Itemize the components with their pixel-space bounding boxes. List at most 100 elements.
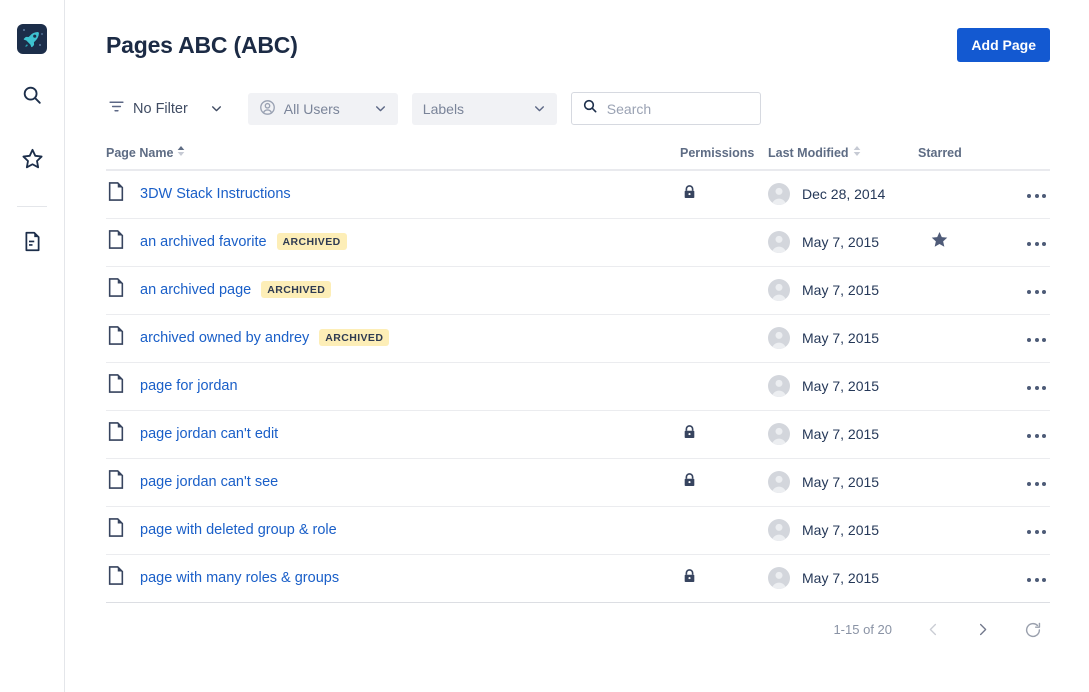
star-icon[interactable] — [930, 232, 949, 253]
cell-permissions — [680, 458, 768, 507]
page-name-link[interactable]: page for jordan — [140, 378, 238, 394]
cell-page-name: page with deleted group & role — [106, 506, 680, 555]
pages-table: Page Name Permissions Last Modified Star… — [106, 145, 1050, 603]
cell-actions — [996, 170, 1050, 219]
labels-dropdown-label: Labels — [422, 100, 465, 117]
last-modified-date: May 7, 2015 — [802, 282, 880, 298]
sidebar-item-starred[interactable] — [11, 140, 53, 182]
row-actions-menu[interactable] — [1025, 572, 1048, 588]
cell-starred — [918, 170, 996, 219]
cell-last-modified: May 7, 2015 — [768, 506, 918, 555]
pagination: 1-15 of 20 — [106, 621, 1050, 639]
lock-icon — [682, 472, 697, 493]
rocket-logo[interactable] — [17, 24, 47, 54]
row-actions-menu[interactable] — [1025, 188, 1048, 204]
labels-dropdown[interactable]: Labels — [411, 92, 557, 125]
avatar — [768, 471, 790, 493]
cell-permissions — [680, 506, 768, 555]
filter-dropdown-label: No Filter — [133, 100, 188, 117]
row-actions-menu[interactable] — [1025, 380, 1048, 396]
sidebar-item-pages[interactable] — [11, 223, 53, 265]
cell-starred — [918, 314, 996, 363]
row-actions-menu[interactable] — [1025, 428, 1048, 444]
users-dropdown[interactable]: All Users — [247, 92, 398, 125]
page-name-link[interactable]: page with deleted group & role — [140, 522, 337, 538]
cell-permissions — [680, 218, 768, 267]
left-sidebar — [0, 0, 65, 692]
chevron-down-icon — [533, 102, 546, 115]
page-file-icon — [108, 566, 124, 590]
cell-page-name: page jordan can't see — [106, 458, 680, 507]
cell-starred — [918, 218, 996, 267]
page-file-icon — [108, 422, 124, 446]
logo-spark — [39, 44, 41, 46]
page-name-link[interactable]: page jordan can't see — [140, 474, 278, 490]
cell-actions — [996, 410, 1050, 459]
cell-permissions — [680, 362, 768, 411]
table-row: page with deleted group & role May 7, 201… — [106, 506, 1050, 555]
cell-permissions — [680, 314, 768, 363]
filter-dropdown[interactable]: No Filter — [106, 93, 234, 125]
cell-actions — [996, 458, 1050, 507]
cell-starred — [918, 362, 996, 411]
page-name-link[interactable]: page with many roles & groups — [140, 570, 339, 586]
column-header-actions — [996, 145, 1050, 171]
next-page-button[interactable] — [975, 621, 990, 638]
row-actions-menu[interactable] — [1025, 236, 1048, 252]
search-box[interactable] — [570, 92, 788, 125]
cell-last-modified: May 7, 2015 — [768, 458, 918, 507]
chevron-down-icon — [374, 102, 387, 115]
page-file-icon — [108, 278, 124, 302]
cell-page-name: an archived page ARCHIVED — [106, 266, 680, 315]
cell-last-modified: May 7, 2015 — [768, 410, 918, 459]
last-modified-date: May 7, 2015 — [802, 330, 880, 346]
sort-icon — [853, 145, 861, 160]
cell-page-name: page jordan can't edit — [106, 410, 680, 459]
page-header: Pages ABC (ABC) Add Page — [106, 0, 1050, 62]
sidebar-item-search[interactable] — [11, 76, 53, 118]
cell-starred — [918, 458, 996, 507]
table-row: archived owned by andrey ARCHIVED May 7, 2… — [106, 314, 1050, 363]
archived-badge: ARCHIVED — [276, 233, 347, 250]
row-actions-menu[interactable] — [1025, 476, 1048, 492]
page-file-icon — [108, 518, 124, 542]
search-input[interactable] — [606, 100, 788, 117]
filter-bar: No Filter All Users Labels — [106, 92, 1050, 125]
page-name-link[interactable]: 3DW Stack Instructions — [140, 186, 291, 202]
column-header-last-modified[interactable]: Last Modified — [768, 145, 918, 171]
previous-page-button[interactable] — [926, 621, 941, 638]
cell-page-name: 3DW Stack Instructions — [106, 170, 680, 219]
cell-starred — [918, 506, 996, 555]
cell-actions — [996, 266, 1050, 315]
page-name-link[interactable]: an archived favorite — [140, 234, 267, 250]
sidebar-divider — [17, 206, 47, 207]
page-name-link[interactable]: an archived page — [140, 282, 251, 298]
column-header-page-name[interactable]: Page Name — [106, 145, 680, 171]
column-label-page-name: Page Name — [106, 146, 174, 160]
archived-badge: ARCHIVED — [261, 281, 332, 298]
column-label-last-modified: Last Modified — [768, 146, 849, 160]
row-actions-menu[interactable] — [1025, 332, 1048, 348]
add-page-button[interactable]: Add Page — [957, 28, 1050, 62]
avatar — [768, 567, 790, 589]
search-icon — [582, 98, 598, 119]
search-icon — [21, 84, 43, 111]
last-modified-date: Dec 28, 2014 — [802, 186, 886, 203]
row-actions-menu[interactable] — [1025, 284, 1048, 300]
lock-icon — [682, 568, 697, 589]
page-name-link[interactable]: archived owned by andrey — [140, 330, 309, 346]
chevron-down-icon — [210, 102, 223, 115]
avatar — [768, 183, 790, 206]
table-body: 3DW Stack Instructions Dec 28, 2014 an arc… — [106, 170, 1050, 603]
cell-page-name: archived owned by andrey ARCHIVED — [106, 314, 680, 363]
cell-last-modified: May 7, 2015 — [768, 554, 918, 603]
table-row: page jordan can't see May 7, 2015 — [106, 458, 1050, 507]
refresh-button[interactable] — [1024, 621, 1042, 639]
page-name-link[interactable]: page jordan can't edit — [140, 426, 278, 442]
row-actions-menu[interactable] — [1025, 524, 1048, 540]
avatar — [768, 519, 790, 541]
last-modified-date: May 7, 2015 — [802, 474, 880, 490]
table-row: 3DW Stack Instructions Dec 28, 2014 — [106, 170, 1050, 219]
avatar — [768, 327, 790, 349]
filter-funnel-icon — [108, 98, 125, 119]
